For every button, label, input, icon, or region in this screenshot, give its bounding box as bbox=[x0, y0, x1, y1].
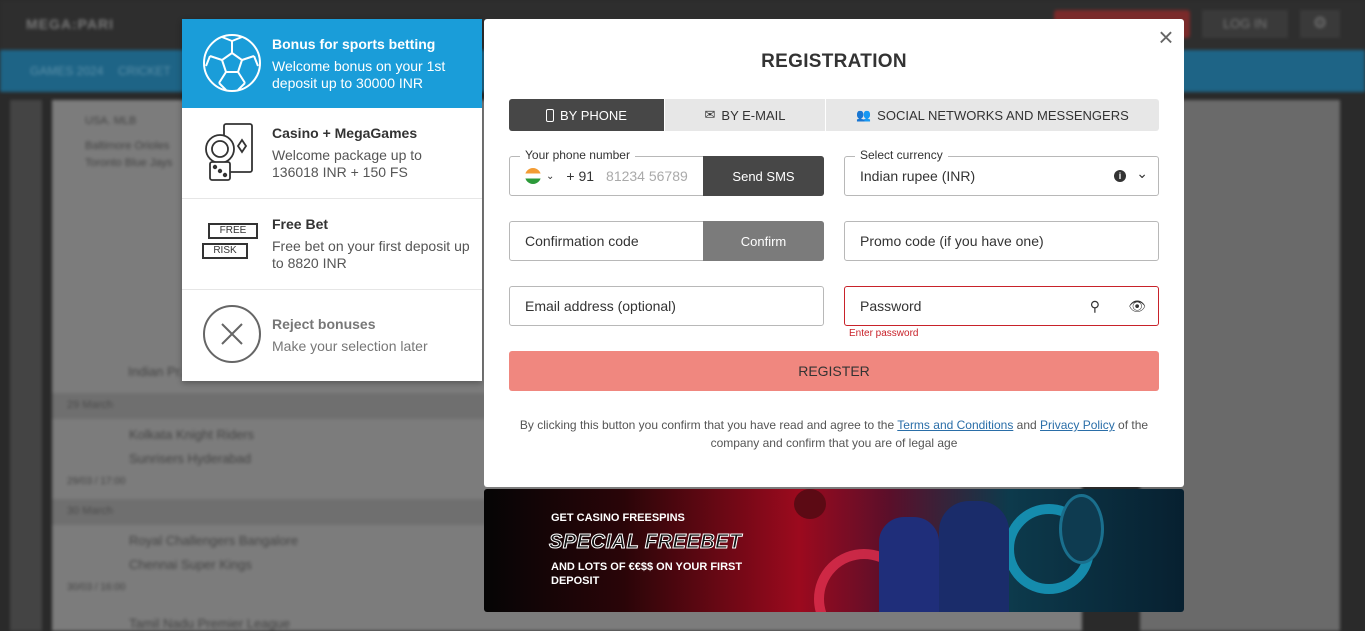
roulette-icon bbox=[1059, 494, 1104, 564]
phone-code: + 91 bbox=[566, 168, 595, 184]
currency-label: Select currency bbox=[855, 148, 948, 162]
league-label: USA. MLB bbox=[85, 115, 137, 127]
password-input[interactable]: Password ⚲ 👁 bbox=[844, 286, 1159, 326]
nav-games[interactable]: GAMES 2024 bbox=[30, 64, 103, 78]
tab-by-email[interactable]: ✉ BY E-MAIL bbox=[665, 99, 826, 131]
confirmation-code-input[interactable]: Confirmation code Confirm bbox=[509, 221, 824, 261]
bonus-selector: Bonus for sports betting Welcome bonus o… bbox=[182, 19, 482, 381]
terms-text: By clicking this button you confirm that… bbox=[519, 418, 1149, 450]
banner-line1: GET CASINO FREESPINS bbox=[551, 512, 685, 524]
team-name: Toronto Blue Jays bbox=[85, 157, 173, 169]
tab-social-networks[interactable]: 👥 SOCIAL NETWORKS AND MESSENGERS bbox=[826, 99, 1159, 131]
chevron-down-icon: ⌄ bbox=[1136, 165, 1148, 181]
match-time: 29/03 / 17:00 bbox=[67, 476, 126, 487]
currency-select[interactable]: Select currency Indian rupee (INR) i ⌄ bbox=[844, 148, 1159, 196]
woman-figure bbox=[939, 501, 1009, 612]
banner-line3: AND LOTS OF €€$$ ON YOUR FIRST DEPOSIT bbox=[551, 561, 743, 587]
bonus-desc: Make your selection later bbox=[272, 338, 428, 354]
promo-banner[interactable]: GET CASINO FREESPINS SPECIAL FREEBET AND… bbox=[484, 489, 1184, 612]
modal-title: REGISTRATION bbox=[761, 51, 907, 72]
email-input[interactable]: Email address (optional) bbox=[509, 286, 824, 326]
privacy-link[interactable]: Privacy Policy bbox=[1040, 418, 1115, 432]
password-error: Enter password bbox=[849, 328, 919, 339]
login-button[interactable]: LOG IN bbox=[1202, 10, 1288, 38]
settings-gear-icon[interactable]: ⚙ bbox=[1300, 10, 1340, 38]
phone-label: Your phone number bbox=[520, 148, 635, 162]
site-logo: MEGA:PARI bbox=[26, 16, 115, 32]
sports-sidebar bbox=[10, 100, 42, 631]
league-label: Indian Pr... bbox=[128, 364, 191, 379]
reject-bonuses[interactable]: Reject bonuses Make your selection later bbox=[182, 290, 482, 381]
team-name: Sunrisers Hyderabad bbox=[129, 451, 252, 466]
team-name: Royal Challengers Bangalore bbox=[129, 533, 299, 548]
confirm-button[interactable]: Confirm bbox=[703, 221, 824, 261]
bonus-sports[interactable]: Bonus for sports betting Welcome bonus o… bbox=[182, 19, 482, 108]
player-figure bbox=[879, 517, 939, 612]
eye-slash-icon[interactable]: 👁 bbox=[1128, 298, 1146, 315]
team-name: Baltimore Orioles bbox=[85, 140, 170, 152]
tab-by-phone[interactable]: BY PHONE bbox=[509, 99, 665, 131]
phone-field[interactable]: Your phone number ⌄ + 91 81234 56789 Sen… bbox=[509, 148, 824, 196]
free-bet-icon: FREE RISK bbox=[202, 223, 262, 263]
bonus-desc: Welcome bonus on your 1st deposit up to … bbox=[272, 58, 446, 91]
send-sms-button[interactable]: Send SMS bbox=[703, 156, 824, 196]
bonus-free-bet[interactable]: FREE RISK Free Bet Free bet on your firs… bbox=[182, 199, 482, 290]
bonus-desc: Welcome package up to 136018 INR + 150 F… bbox=[272, 147, 422, 180]
team-name: Kolkata Knight Riders bbox=[129, 427, 255, 442]
info-icon[interactable]: i bbox=[1114, 170, 1126, 182]
close-icon[interactable]: × bbox=[1156, 24, 1176, 50]
india-flag-icon[interactable] bbox=[525, 168, 541, 184]
chevron-down-icon[interactable]: ⌄ bbox=[546, 171, 554, 182]
bonus-title: Bonus for sports betting bbox=[272, 36, 436, 52]
users-icon: 👥 bbox=[856, 108, 872, 122]
phone-input[interactable]: 81234 56789 bbox=[606, 168, 688, 184]
soccer-ball-icon bbox=[203, 34, 261, 92]
team-name: Chennai Super Kings bbox=[129, 557, 252, 572]
phone-icon bbox=[546, 108, 555, 122]
key-icon[interactable]: ⚲ bbox=[1090, 298, 1100, 315]
close-circle-icon bbox=[203, 305, 261, 363]
banner-headline: SPECIAL FREEBET bbox=[549, 531, 742, 554]
envelope-icon: ✉ bbox=[704, 107, 716, 122]
registration-modal: × REGISTRATION BY PHONE ✉ BY E-MAIL 👥 SO… bbox=[484, 19, 1184, 487]
football-icon bbox=[794, 489, 826, 519]
nav-cricket[interactable]: CRICKET bbox=[118, 64, 171, 78]
register-button[interactable]: REGISTER bbox=[509, 351, 1159, 391]
terms-link[interactable]: Terms and Conditions bbox=[897, 418, 1013, 432]
casino-cards-icon bbox=[205, 123, 253, 181]
bonus-title: Free Bet bbox=[272, 216, 329, 232]
league-label: Tamil Nadu Premier League bbox=[129, 616, 291, 631]
bonus-desc: Free bet on your first deposit up to 882… bbox=[272, 238, 470, 271]
registration-tabs: BY PHONE ✉ BY E-MAIL 👥 SOCIAL NETWORKS A… bbox=[509, 99, 1159, 131]
promo-code-input[interactable]: Promo code (if you have one) bbox=[844, 221, 1159, 261]
bonus-title: Reject bonuses bbox=[272, 316, 376, 332]
bonus-casino[interactable]: Casino + MegaGames Welcome package up to… bbox=[182, 108, 482, 199]
match-time: 30/03 / 16:00 bbox=[67, 582, 126, 593]
bonus-title: Casino + MegaGames bbox=[272, 125, 418, 141]
